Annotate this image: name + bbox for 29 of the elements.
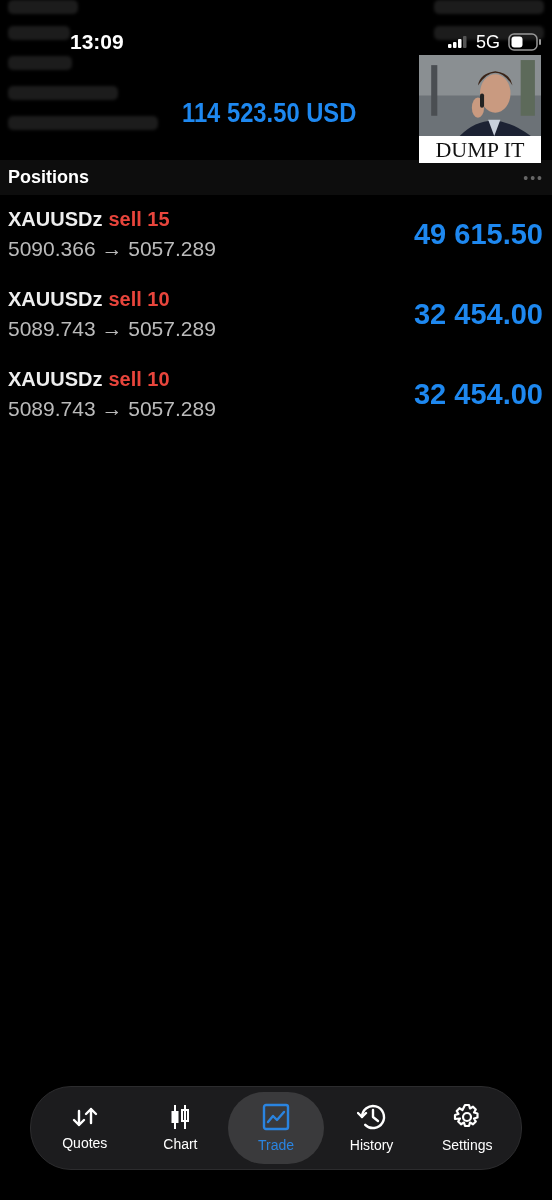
trend-chart-icon	[262, 1103, 290, 1131]
position-side: sell 15	[108, 207, 170, 231]
position-profit: 32 454.00	[414, 377, 543, 411]
signal-icon	[448, 36, 468, 48]
tab[interactable]: History	[323, 1092, 420, 1164]
position-symbol: XAUUSDz	[8, 287, 103, 311]
position-profit: 32 454.00	[414, 297, 543, 331]
position-symbol: XAUUSDz	[8, 367, 103, 391]
position-side: sell 10	[108, 287, 170, 311]
blurred-text-bar	[8, 56, 72, 70]
position-prices: 5089.743 → 5057.289	[8, 316, 216, 341]
tab[interactable]: Quotes	[37, 1092, 133, 1164]
arrows-icon	[71, 1105, 98, 1129]
status-time: 13:09	[70, 30, 124, 54]
position-profit: 49 615.50	[414, 217, 543, 251]
position-prices: 5090.366 → 5057.289	[8, 236, 216, 261]
battery-icon	[508, 33, 542, 51]
blurred-text-bar	[8, 26, 70, 40]
account-total: 114 523.50 USD	[182, 98, 357, 129]
position-symbol: XAUUSDz	[8, 207, 103, 231]
image-caption: DUMP IT	[419, 136, 541, 163]
tab[interactable]: Chart	[132, 1092, 229, 1164]
position-side: sell 10	[108, 367, 170, 391]
network-label: 5G	[476, 31, 500, 53]
history-icon	[356, 1103, 387, 1131]
tab[interactable]: Settings	[419, 1092, 515, 1164]
position-prices: 5089.743 → 5057.289	[8, 396, 216, 421]
section-title: Positions	[8, 167, 89, 188]
blurred-text-bar	[8, 0, 78, 14]
